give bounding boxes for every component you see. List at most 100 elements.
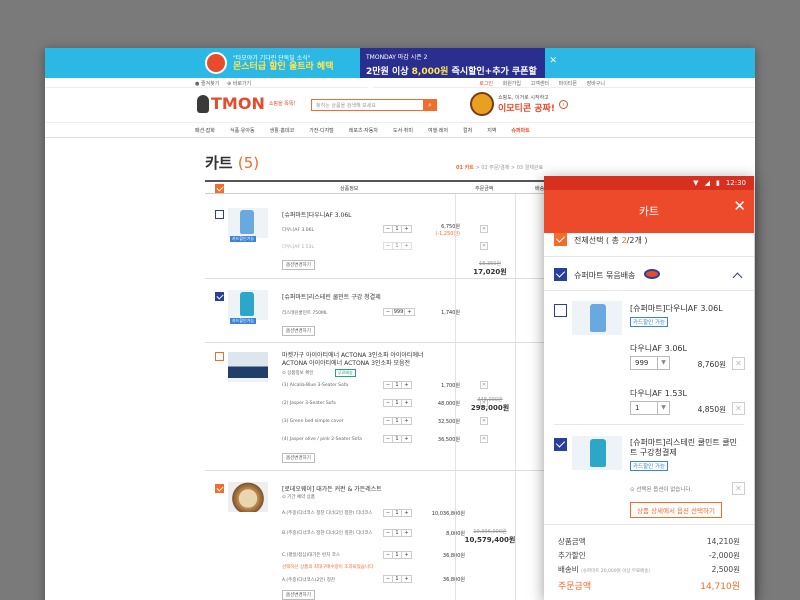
summary-total: 주문금액 14,710원 [558, 582, 740, 592]
product-thumbnail[interactable] [572, 301, 622, 335]
product-title[interactable]: [슈퍼마트]다우니AF 3.06L [630, 303, 723, 314]
search-icon[interactable]: ⌕ [423, 98, 437, 111]
remove-option-icon[interactable]: ✕ [732, 357, 745, 370]
select-option-button[interactable]: 상품 상세에서 옵션 선택하기 [630, 502, 722, 518]
nav-travel[interactable]: 여행·레저 [428, 127, 448, 134]
item-checkbox[interactable] [215, 210, 224, 219]
mobile-cart-panel: ▼ ◢ ▮ 12:30 카트 ✕ 전체선택 ( 총 2/2개 ) 슈퍼마트 묶음… [544, 176, 754, 600]
select-all-label[interactable]: 전체선택 ( 총 2/2개 ) [574, 235, 647, 246]
nav-culture[interactable]: 컬처 [463, 127, 472, 134]
remove-option-icon[interactable]: ✕ [480, 417, 488, 425]
product-title[interactable]: 마켓가구 아이아티에너 ACTONA 3인소파 아이아티에너 ACTONA 아이… [282, 352, 442, 368]
product-thumbnail[interactable] [228, 482, 268, 512]
header-shipping: 배송 [535, 186, 545, 192]
product-thumbnail[interactable] [228, 208, 268, 238]
remove-option-icon[interactable]: ✕ [480, 435, 488, 443]
quantity-stepper[interactable]: −1 + [383, 417, 412, 425]
mypage-link[interactable]: 마이티몬 [559, 81, 577, 87]
shortcut-link[interactable]: ⊕ 바로가기 [227, 81, 251, 87]
cart-title-text: 카트 [205, 154, 233, 172]
remove-item-icon[interactable]: ✕ [732, 482, 745, 495]
nav-sports[interactable]: 레포츠·자동차 [349, 127, 378, 134]
cart-row: 카드할인가능 [슈퍼마트]리스테린 쿨민트 구강 청결제 리스테린쿨민트 750… [205, 280, 555, 343]
product-info-link[interactable]: ⊙ 상품정보 확인 [282, 370, 313, 376]
remove-option-icon[interactable]: ✕ [732, 402, 745, 415]
option-price: 8,000원 [446, 531, 465, 537]
banner-close-icon[interactable]: ✕ [549, 56, 557, 66]
product-title[interactable]: [슈퍼마트]다우니AF 3.06L [282, 210, 352, 219]
nav-fashion[interactable]: 패션·잡화 [195, 127, 215, 134]
chevron-up-icon[interactable] [732, 272, 743, 283]
quantity-stepper[interactable]: −1 + [383, 399, 412, 407]
item-checkbox[interactable] [215, 292, 224, 301]
nav-living[interactable]: 생활·홈데코 [270, 127, 295, 134]
product-thumbnail[interactable] [228, 352, 268, 382]
nav-digital[interactable]: 가전·디지털 [309, 127, 334, 134]
close-icon[interactable]: ✕ [733, 199, 746, 214]
change-option-button[interactable]: 옵션변경하기 [282, 590, 315, 600]
quantity-stepper[interactable]: −1 + [383, 225, 412, 233]
option-name: (2) Jasper 3-Seater Sofa [282, 401, 336, 406]
product-thumbnail[interactable] [572, 436, 622, 470]
card-discount-tag: 카드할인 가능 [630, 317, 669, 327]
reservation-info: ⊙ 기간 예약 상품 [282, 495, 315, 500]
product-title[interactable]: [슈퍼마트]리스테린 쿨민트 쿨민트 구강청결제 [630, 438, 740, 458]
item-checkbox[interactable] [215, 484, 224, 493]
option-price: 36,800원 [442, 577, 465, 583]
option-price: 36,800원 [442, 553, 465, 559]
quantity-stepper[interactable]: −1 + [383, 242, 412, 250]
summary-discount: 추가할인 -2,000원 [558, 551, 740, 560]
option-price: 32,500원 [437, 419, 460, 425]
select-all-checkbox[interactable] [554, 233, 567, 246]
nav-food[interactable]: 식품·유아동 [230, 127, 255, 134]
food-image [228, 482, 268, 512]
item-checkbox[interactable] [215, 352, 224, 361]
select-all-checkbox[interactable] [215, 184, 224, 193]
quantity-stepper[interactable]: −1 + [383, 529, 412, 537]
quantity-stepper[interactable]: −1 + [383, 575, 412, 583]
change-option-button[interactable]: 옵션변경하기 [282, 260, 315, 270]
option-name: 다우니AF 1.53L [282, 245, 315, 250]
cart-link[interactable]: 장바구니 [587, 81, 605, 87]
nav-books[interactable]: 도서·취미 [393, 127, 413, 134]
option-name: 다우니AF 3.06L [630, 344, 687, 353]
item-checkbox[interactable] [554, 304, 567, 317]
change-option-button[interactable]: 옵션변경하기 [282, 326, 315, 336]
product-thumbnail[interactable] [228, 290, 268, 320]
remove-option-icon[interactable]: ✕ [480, 381, 488, 389]
battery-icon: ▮ [715, 179, 720, 187]
product-title[interactable]: [슈퍼마트]리스테린 쿨민트 구강 청결제 [282, 292, 381, 301]
banner-event[interactable]: TMONDAY 마감 시즌 2 2만원 이상 8,000원 즉시할인+추가 쿠폰… [360, 48, 545, 90]
quantity-stepper[interactable]: −1 + [383, 551, 412, 559]
nav-local[interactable]: 지역 [487, 127, 496, 134]
group-checkbox[interactable] [554, 268, 567, 281]
header-product: 상품정보 [340, 186, 359, 192]
quantity-stepper[interactable]: −1 + [383, 435, 412, 443]
search-input[interactable]: 찾히는 상품을 검색해 보세요 ⌕ [311, 98, 437, 111]
status-bar: ▼ ◢ ▮ 12:30 [544, 176, 754, 190]
quantity-stepper[interactable]: −999 + [383, 308, 415, 316]
bookmark-link[interactable]: ● 즐겨찾기 [195, 81, 219, 87]
quantity-select[interactable]: 999 ▼ [630, 356, 670, 370]
bottle-icon [590, 439, 606, 467]
quantity-select[interactable]: 1 ▼ [630, 401, 670, 415]
quantity-stepper[interactable]: −1 + [383, 381, 412, 389]
nav-supermart[interactable]: 슈퍼마트 [511, 127, 529, 134]
wifi-icon: ▼ [693, 179, 699, 187]
product-title[interactable]: [로데오웨이] 대가든 커런 & 가든레스트 [282, 484, 382, 493]
change-option-button[interactable]: 옵션변경하기 [282, 453, 315, 463]
banner-event-big-a: 2만원 이상 [366, 67, 412, 77]
quantity-stepper[interactable]: −1 + [383, 509, 412, 517]
final-price: 17,020원 [473, 268, 507, 276]
card-discount-tag: 카드할인가능 [230, 318, 257, 324]
tmon-logo[interactable]: TMON 쇼핑을 똑똑! [197, 94, 295, 113]
item-checkbox[interactable] [554, 438, 567, 451]
option-name: 리스테린쿨민트 750ML [282, 311, 328, 316]
category-nav: 패션·잡화 식품·유아동 생활·홈데코 가전·디지털 레포츠·자동차 도서·취미… [45, 122, 755, 138]
remove-option-icon[interactable]: ✕ [480, 225, 488, 233]
emoticon-promo[interactable]: 쇼핑도, 이거로 시작하고 이모티콘 공짜! › [470, 92, 568, 116]
promo-banner[interactable]: "타모야가 기다린 단독딜 소식" 몬스터급 할인 울트라 혜택 TMONDAY… [45, 48, 755, 90]
chevron-right-icon[interactable]: › [558, 99, 568, 109]
bottle-icon [240, 210, 254, 234]
remove-option-icon[interactable]: ✕ [480, 242, 488, 250]
